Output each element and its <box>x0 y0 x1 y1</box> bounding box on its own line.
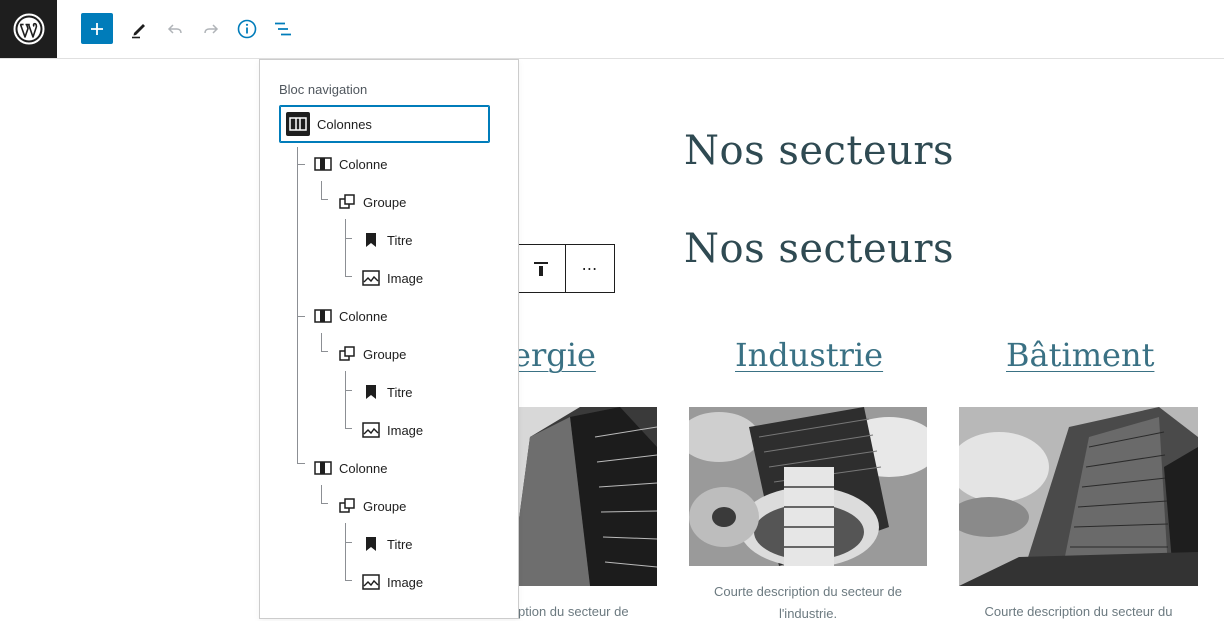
nav-item-colonne-2[interactable]: Colonne <box>313 299 387 333</box>
tree-connector <box>297 147 298 463</box>
tree-connector <box>345 542 352 543</box>
nav-item-colonnes[interactable]: Colonnes <box>279 105 490 143</box>
info-icon <box>237 19 257 39</box>
nav-item-label: Colonne <box>339 156 388 172</box>
columns-icon <box>286 112 310 136</box>
nav-item-titre-1[interactable]: Titre <box>361 223 413 257</box>
tree-connector <box>345 580 352 581</box>
tree-connector <box>321 351 328 352</box>
sector-image-batiment[interactable] <box>959 407 1198 586</box>
column-icon <box>313 154 333 174</box>
nav-item-label: Image <box>387 422 424 438</box>
undo-icon <box>167 24 182 34</box>
tree-connector <box>345 238 352 239</box>
image-icon <box>361 572 381 592</box>
plus-icon <box>91 22 103 35</box>
page-heading-duplicate: Nos secteurs <box>684 226 955 272</box>
column-icon <box>313 306 333 326</box>
tree-connector <box>345 428 352 429</box>
redo-button[interactable] <box>195 13 227 45</box>
sector-title-batiment[interactable]: Bâtiment <box>1006 336 1154 374</box>
redo-icon <box>204 24 219 34</box>
nav-item-label: Titre <box>387 384 413 400</box>
nav-item-label: Image <box>387 270 424 286</box>
details-button[interactable] <box>231 13 263 45</box>
wordpress-logo-button[interactable] <box>0 0 57 58</box>
sector-description-industrie: Courte description du secteur de l'indus… <box>714 584 902 621</box>
nav-item-label: Groupe <box>363 346 407 362</box>
tree-connector <box>297 463 305 464</box>
sector-image-industrie[interactable] <box>689 407 927 566</box>
nav-item-groupe-1[interactable]: Groupe <box>337 185 406 219</box>
nav-item-titre-2[interactable]: Titre <box>361 375 413 409</box>
align-top-icon <box>534 261 548 276</box>
nav-item-label: Colonne <box>339 308 388 324</box>
tree-connector <box>345 276 352 277</box>
block-navigation-panel: Bloc navigation Colonnes Colonne Groupe … <box>259 59 519 619</box>
column-icon <box>313 458 333 478</box>
nav-item-image-2[interactable]: Image <box>361 413 423 447</box>
bookmark-icon <box>361 382 381 402</box>
nav-item-image-1[interactable]: Image <box>361 261 423 295</box>
sector-title-industrie[interactable]: Industrie <box>735 336 883 374</box>
tree-connector <box>297 316 305 317</box>
nav-item-label: Titre <box>387 536 413 552</box>
tree-connector <box>297 164 305 165</box>
tree-connector <box>321 333 322 351</box>
nav-item-colonne-3[interactable]: Colonne <box>313 451 387 485</box>
vertical-align-button[interactable] <box>517 245 565 292</box>
bookmark-icon <box>361 534 381 554</box>
bookmark-icon <box>361 230 381 250</box>
nav-item-groupe-2[interactable]: Groupe <box>337 337 406 371</box>
nav-item-label: Colonnes <box>317 116 372 132</box>
group-icon <box>337 344 357 364</box>
nav-item-colonne-1[interactable]: Colonne <box>313 147 387 181</box>
tree-connector <box>345 371 346 428</box>
add-block-button[interactable] <box>81 13 113 44</box>
more-options-button[interactable]: ⋯ <box>565 245 614 292</box>
nav-item-groupe-3[interactable]: Groupe <box>337 489 406 523</box>
nav-item-label: Groupe <box>363 498 407 514</box>
block-navigation-title: Bloc navigation <box>279 82 368 97</box>
list-view-button[interactable] <box>267 13 299 45</box>
pen-icon <box>132 24 145 39</box>
nav-item-titre-3[interactable]: Titre <box>361 527 413 561</box>
editor-top-toolbar <box>0 0 1224 59</box>
nav-item-label: Groupe <box>363 194 407 210</box>
image-icon <box>361 420 381 440</box>
tools-button[interactable] <box>123 13 155 45</box>
image-icon <box>361 268 381 288</box>
nav-item-image-3[interactable]: Image <box>361 565 423 599</box>
nav-item-label: Image <box>387 574 424 590</box>
more-options-icon: ⋯ <box>581 259 599 278</box>
tree-connector <box>321 485 322 503</box>
sector-title-energie[interactable]: ergie <box>512 336 596 374</box>
nav-item-label: Colonne <box>339 460 388 476</box>
tree-connector <box>345 219 346 276</box>
wordpress-icon <box>13 13 44 45</box>
list-view-icon <box>275 22 291 36</box>
tree-connector <box>321 503 328 504</box>
tree-connector <box>345 390 352 391</box>
tree-connector <box>321 199 328 200</box>
block-toolbar: ⋯ <box>517 244 615 293</box>
group-icon <box>337 192 357 212</box>
page-heading: Nos secteurs <box>684 128 955 174</box>
tree-connector <box>345 523 346 580</box>
tree-connector <box>321 181 322 199</box>
group-icon <box>337 496 357 516</box>
undo-button[interactable] <box>159 13 191 45</box>
sector-description-batiment: Courte description du secteur du <box>984 604 1173 619</box>
nav-item-label: Titre <box>387 232 413 248</box>
